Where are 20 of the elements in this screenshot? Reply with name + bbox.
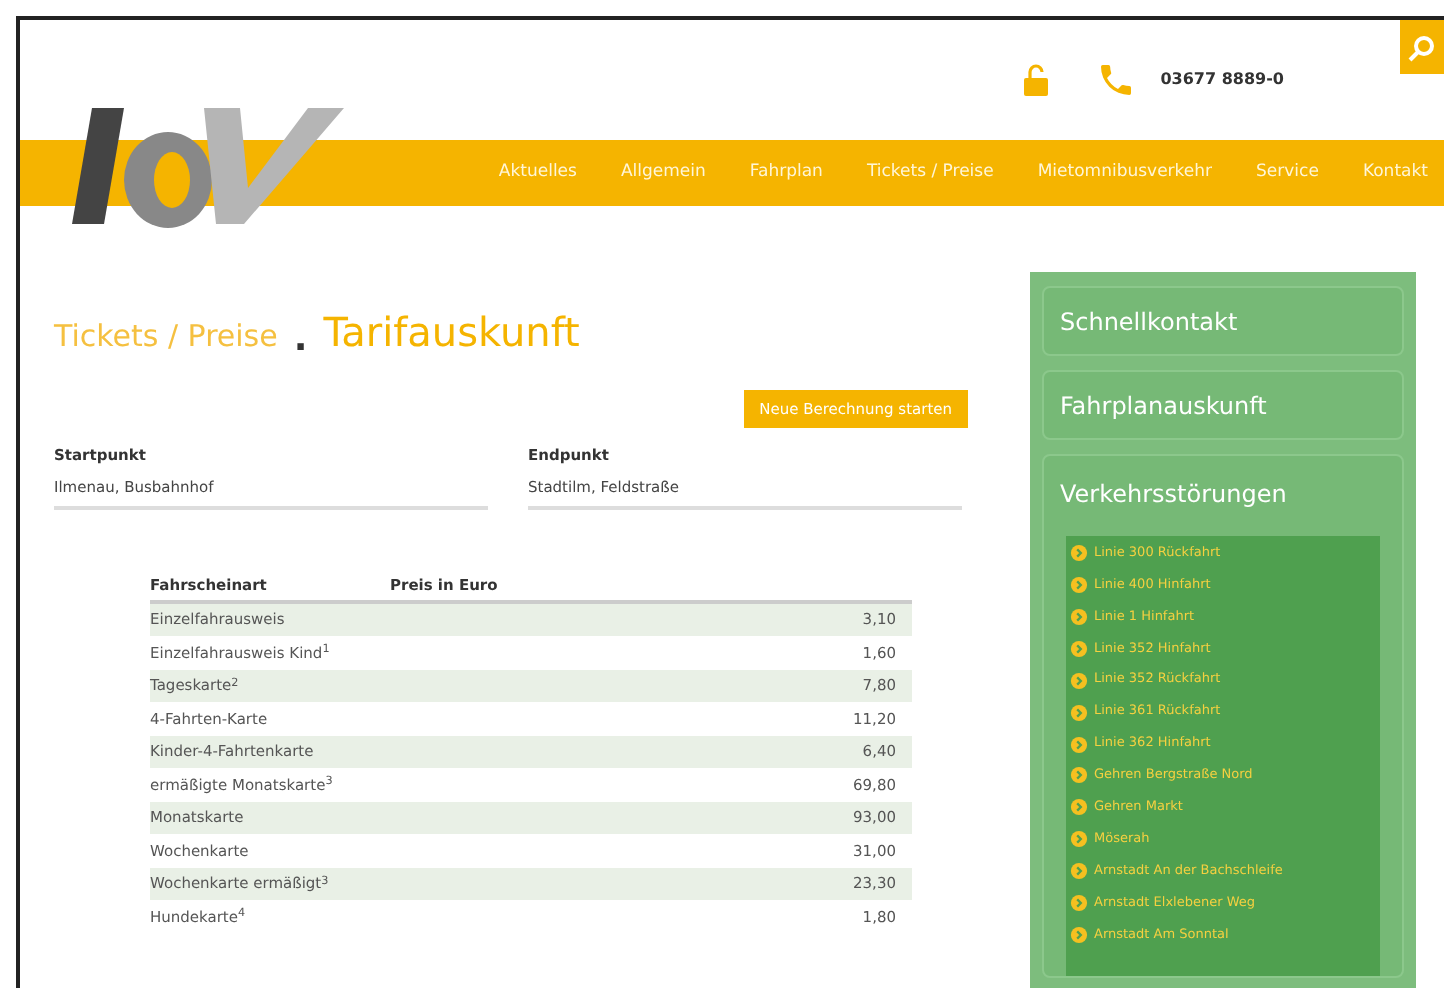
phone-number: 03677 8889-0	[1160, 68, 1284, 92]
sidebar-card-title: Schnellkontakt	[1060, 305, 1238, 339]
search-icon	[1408, 33, 1436, 61]
breadcrumb-separator: .	[293, 322, 308, 358]
nav-link[interactable]: Tickets / Preise	[866, 160, 994, 186]
sidebar-card-title: Fahrplanauskunft	[1060, 389, 1267, 423]
nav-link[interactable]: Kontakt	[1362, 160, 1428, 186]
nav-link[interactable]: Fahrplan	[749, 160, 823, 186]
page-title: Tarifauskunft	[323, 308, 580, 358]
nav-link[interactable]: Aktuelles	[498, 160, 577, 186]
nav-link[interactable]: Service	[1256, 160, 1319, 186]
phone-icon	[1096, 60, 1137, 100]
disruptions-title: Verkehrsstörungen	[1060, 478, 1289, 512]
nav-link[interactable]: Mietomnibusverkehr	[1037, 160, 1213, 186]
search-button[interactable]	[1400, 20, 1444, 74]
sidebar-card[interactable]: Fahrplanauskunft	[1042, 370, 1404, 440]
nav-link[interactable]: Allgemein	[620, 160, 706, 186]
lock-icon[interactable]	[1024, 64, 1049, 96]
breadcrumb-link[interactable]: Tickets / Preise	[54, 313, 278, 358]
sidebar-card[interactable]: Schnellkontakt	[1042, 286, 1404, 356]
